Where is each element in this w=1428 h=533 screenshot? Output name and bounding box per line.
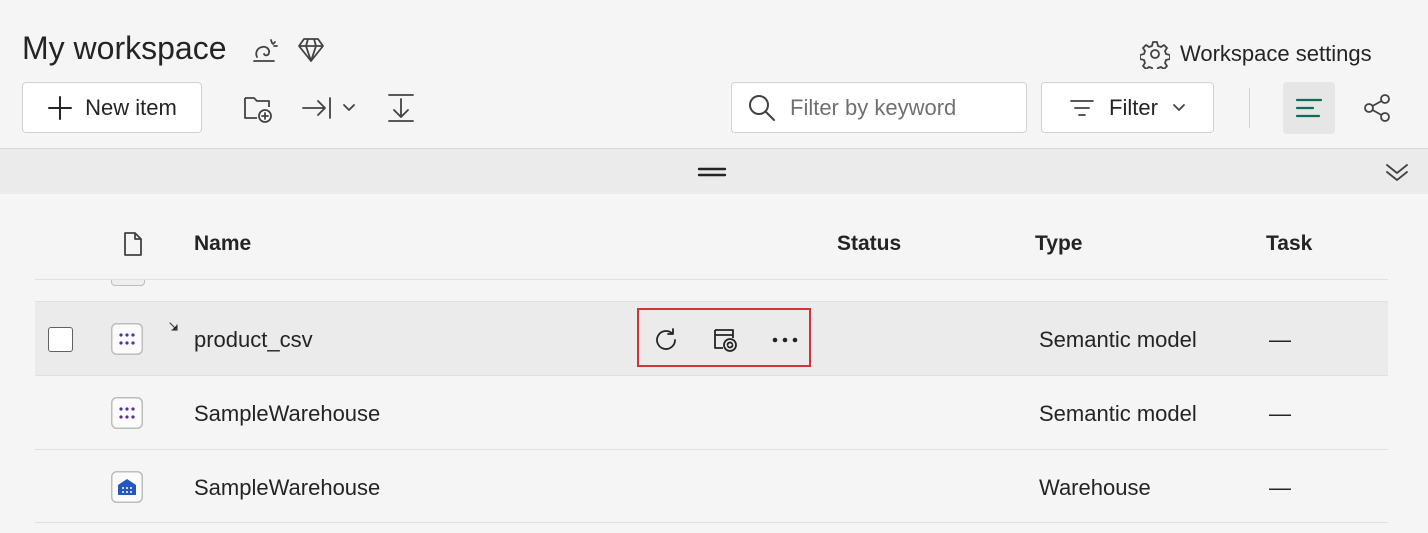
filter-label: Filter — [1109, 94, 1158, 120]
lineage-icon — [1362, 93, 1392, 123]
column-header-task[interactable]: Task — [1266, 232, 1312, 256]
scrolled-row-icon — [111, 280, 145, 286]
page-title: My workspace — [22, 30, 227, 66]
lineage-view-button[interactable] — [1355, 82, 1399, 134]
toolbar-divider — [1249, 88, 1250, 128]
workspace-settings-button[interactable]: Workspace settings — [1140, 38, 1372, 70]
item-task: — — [1269, 327, 1291, 352]
item-type: Semantic model — [1039, 401, 1197, 426]
list-view-button[interactable] — [1283, 82, 1335, 134]
new-item-button[interactable]: New item — [22, 82, 202, 133]
workspace-settings-label: Workspace settings — [1180, 41, 1372, 66]
plus-icon — [47, 95, 73, 121]
workspace-identity-icon[interactable] — [250, 36, 280, 66]
item-task: — — [1269, 475, 1291, 500]
splitter-grip-icon[interactable] — [697, 167, 727, 177]
warehouse-icon — [111, 471, 143, 503]
scrollbar-track[interactable] — [1388, 194, 1428, 533]
move-to-icon[interactable] — [301, 92, 361, 124]
semantic-model-icon — [111, 397, 143, 429]
search-icon — [748, 94, 776, 122]
column-header-name[interactable]: Name — [194, 232, 251, 256]
premium-diamond-icon — [296, 36, 326, 64]
chevron-down-icon — [1172, 103, 1186, 113]
row-checkbox[interactable] — [48, 327, 73, 352]
search-box[interactable] — [731, 82, 1027, 133]
filter-icon — [1069, 97, 1095, 119]
file-type-icon — [122, 231, 144, 257]
item-name[interactable]: product_csv — [194, 327, 313, 353]
refresh-icon[interactable] — [652, 326, 680, 354]
search-input[interactable] — [788, 93, 1012, 122]
column-header-status[interactable]: Status — [837, 232, 901, 256]
new-item-label: New item — [85, 94, 177, 120]
column-header-type[interactable]: Type — [1035, 232, 1082, 256]
item-task: — — [1269, 401, 1291, 426]
double-chevron-down-icon[interactable] — [1384, 160, 1410, 184]
list-view-icon — [1294, 96, 1324, 120]
item-type: Warehouse — [1039, 475, 1151, 500]
item-type: Semantic model — [1039, 327, 1197, 352]
item-name[interactable]: SampleWarehouse — [194, 475, 380, 501]
new-folder-icon[interactable] — [242, 92, 274, 124]
schedule-refresh-icon[interactable] — [711, 326, 739, 354]
new-item-sparkle-icon — [169, 322, 179, 332]
import-icon[interactable] — [386, 92, 416, 124]
item-name[interactable]: SampleWarehouse — [194, 401, 380, 427]
more-options-icon[interactable] — [772, 336, 798, 344]
semantic-model-icon — [111, 323, 143, 355]
filter-button[interactable]: Filter — [1041, 82, 1214, 133]
header-divider — [35, 279, 1388, 280]
gear-icon — [1140, 39, 1170, 69]
